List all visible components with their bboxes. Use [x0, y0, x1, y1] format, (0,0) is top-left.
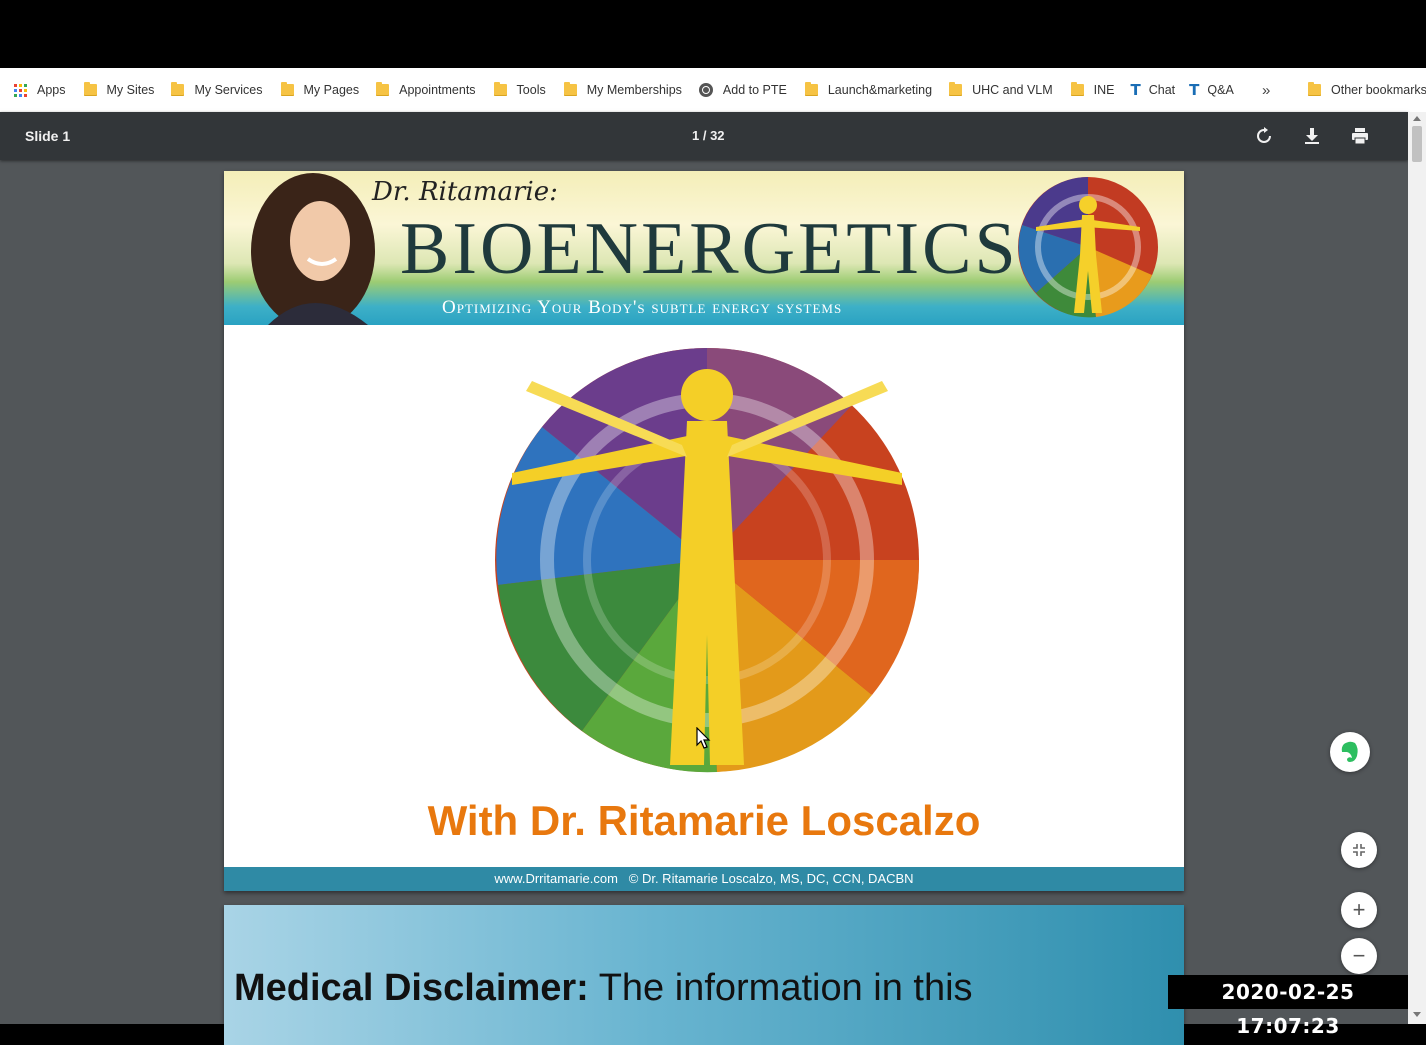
vitruvian-energy-wheel-image [495, 347, 920, 773]
fit-page-button[interactable] [1341, 832, 1377, 868]
bookmarks-bar: Apps My Sites My Services My Pages Appoi… [0, 68, 1426, 113]
globe-icon [698, 83, 713, 97]
slide-page-1: Dr. Ritamarie: BIOENERGETICS Optimizing … [224, 171, 1184, 891]
folder-icon [493, 82, 507, 96]
bookmark-my-sites[interactable]: My Sites [83, 76, 155, 104]
mouse-cursor-icon [696, 727, 711, 749]
slide-heading: With Dr. Ritamarie Loscalzo [427, 797, 981, 844]
download-icon [1305, 128, 1319, 144]
browser-top-bar [0, 0, 1426, 68]
print-icon [1352, 128, 1368, 145]
bookmark-apps[interactable]: Apps [14, 76, 66, 104]
pdf-toolbar: Slide 1 1 / 32 [0, 112, 1408, 160]
folder-icon [563, 82, 577, 96]
bookmark-label: My Services [194, 83, 263, 97]
rotate-icon [1257, 127, 1271, 143]
more-bookmarks-chevron-icon[interactable]: » [1262, 82, 1270, 99]
bookmark-tools[interactable]: Tools [493, 76, 546, 104]
page-indicator[interactable]: 1 / 32 [692, 128, 725, 143]
slide-banner: Dr. Ritamarie: BIOENERGETICS Optimizing … [224, 171, 1184, 325]
folder-icon [280, 82, 294, 96]
zoom-in-button[interactable]: + [1341, 892, 1377, 928]
bookmark-label: My Sites [106, 83, 155, 97]
bookmark-label: Add to PTE [722, 83, 787, 97]
bookmark-uhc-vlm[interactable]: UHC and VLM [949, 76, 1053, 104]
evernote-button[interactable] [1330, 732, 1370, 772]
bookmark-label: Apps [37, 83, 66, 97]
footer-copyright: © Dr. Ritamarie Loscalzo, MS, DC, CCN, D… [628, 871, 914, 886]
fit-page-icon [1353, 844, 1365, 856]
folder-icon [83, 82, 97, 96]
bookmark-appointments[interactable]: Appointments [376, 76, 476, 104]
folder-icon [804, 82, 818, 96]
rotate-button[interactable] [1250, 122, 1278, 150]
banner-subtitle: Optimizing Your Body's subtle energy sys… [442, 297, 843, 318]
bookmark-label: INE [1093, 83, 1115, 97]
folder-icon [1070, 82, 1084, 96]
other-bookmarks[interactable]: Other bookmarks [1308, 76, 1426, 104]
bookmark-my-memberships[interactable]: My Memberships [563, 76, 682, 104]
evernote-icon [1341, 741, 1358, 762]
bookmark-label: Q&A [1207, 83, 1234, 97]
document-title: Slide 1 [25, 128, 71, 144]
recording-timestamp: 2020-02-25 17:07:23 [1168, 975, 1408, 1038]
bookmark-chat[interactable]: T Chat [1131, 76, 1176, 104]
bookmark-label: Chat [1148, 83, 1176, 97]
bookmark-label: My Pages [303, 83, 360, 97]
download-button[interactable] [1298, 122, 1326, 150]
banner-logo-image [1018, 177, 1158, 318]
pdf-viewer: Slide 1 1 / 32 Dr. Ritamarie: BIOENERGET… [0, 112, 1426, 1045]
bookmark-qa[interactable]: T Q&A [1189, 76, 1234, 104]
tt-icon: T [1130, 81, 1141, 99]
disclaimer-label: Medical Disclaimer: [234, 967, 589, 1009]
medical-disclaimer-text: Medical Disclaimer: The information in t… [234, 967, 973, 1010]
slide-page-2: Medical Disclaimer: The information in t… [224, 905, 1184, 1045]
disclaimer-body: The information in this [588, 967, 973, 1009]
vertical-scrollbar[interactable] [1408, 112, 1426, 1024]
bookmark-label: Appointments [399, 83, 476, 97]
bookmark-my-pages[interactable]: My Pages [280, 76, 360, 104]
apps-grid-icon [14, 83, 27, 97]
bookmark-label: Launch&marketing [827, 83, 933, 97]
slide-footer: www.Drritamarie.com © Dr. Ritamarie Losc… [224, 867, 1184, 891]
folder-icon [1308, 82, 1321, 96]
folder-icon [376, 82, 390, 96]
folder-icon [171, 82, 185, 96]
bookmark-launch-marketing[interactable]: Launch&marketing [804, 76, 933, 104]
scrollbar-thumb[interactable] [1412, 126, 1422, 162]
bookmark-label: My Memberships [586, 83, 682, 97]
zoom-out-button[interactable]: − [1341, 938, 1377, 974]
banner-byline: Dr. Ritamarie: [372, 177, 558, 207]
bookmark-label: Other bookmarks [1331, 83, 1426, 97]
bookmark-my-services[interactable]: My Services [171, 76, 263, 104]
footer-website: www.Drritamarie.com [494, 871, 618, 886]
presenter-portrait-image [251, 173, 375, 325]
tt-icon: T [1189, 81, 1200, 99]
banner-title: BIOENERGETICS [400, 208, 1019, 290]
print-button[interactable] [1346, 122, 1374, 150]
folder-icon [949, 82, 963, 96]
bookmark-ine[interactable]: INE [1070, 76, 1115, 104]
bookmark-label: UHC and VLM [972, 83, 1053, 97]
bookmark-add-to-pte[interactable]: Add to PTE [698, 76, 787, 104]
bookmark-label: Tools [516, 83, 546, 97]
